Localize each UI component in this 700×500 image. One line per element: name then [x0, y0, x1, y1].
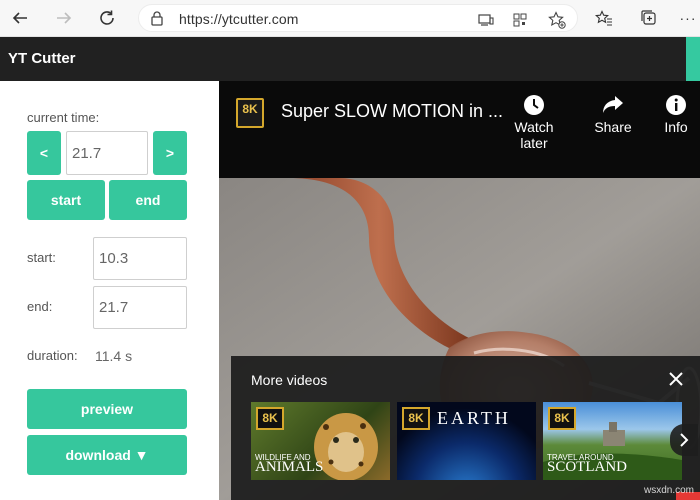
thumb-title: EARTH [437, 408, 511, 428]
duration-label: duration: [27, 348, 78, 363]
channel-logo[interactable]: 8K [236, 98, 264, 128]
app-header: YT Cutter [0, 37, 700, 81]
watermark: wsxdn.com [643, 485, 694, 496]
address-url: https://ytcutter.com [179, 11, 299, 27]
thumb-badge: 8K [402, 407, 430, 430]
collections-icon[interactable] [637, 6, 661, 30]
back-arrow-icon[interactable] [6, 5, 34, 31]
next-time-button[interactable]: > [153, 131, 187, 175]
reload-icon[interactable] [93, 5, 121, 31]
video-thumbnail-wildlife[interactable]: 8K WILDLIFE AND ANIMALS [251, 402, 390, 480]
thumb-title: ANIMALS [255, 459, 324, 475]
thumb-title: SCOTLAND [547, 459, 628, 475]
video-title[interactable]: Super SLOW MOTION in ... [281, 101, 503, 122]
clock-icon [499, 91, 569, 119]
header-accent-strip [686, 37, 700, 81]
app-title: YT Cutter [8, 50, 76, 67]
app-available-icon[interactable] [477, 12, 495, 28]
share-icon [578, 91, 648, 119]
address-bar[interactable]: https://ytcutter.com [138, 4, 578, 32]
current-time-label: current time: [27, 110, 100, 125]
chevron-right-icon [680, 433, 689, 447]
start-input[interactable] [93, 237, 187, 280]
share-button[interactable]: Share [578, 91, 648, 135]
qr-code-icon[interactable] [511, 12, 529, 28]
close-icon[interactable] [666, 369, 686, 389]
info-button[interactable]: Info [641, 91, 700, 135]
more-videos-title: More videos [251, 372, 328, 388]
next-videos-button[interactable] [670, 424, 698, 456]
more-menu-icon[interactable]: ··· [676, 6, 700, 30]
duration-value: 11.4 s [95, 348, 133, 364]
favorites-icon[interactable] [592, 6, 616, 30]
more-videos-panel: More videos 8K WILDLIFE AND ANIMALS 8K E… [231, 356, 700, 500]
thumb-badge: 8K [256, 407, 284, 430]
browser-toolbar: https://ytcutter.com ··· [0, 0, 700, 37]
info-icon [641, 91, 700, 119]
download-button[interactable]: download ▼ [27, 435, 187, 475]
start-label: start: [27, 250, 56, 265]
watch-later-button[interactable]: Watch later [499, 91, 569, 151]
thumb-badge: 8K [548, 407, 576, 430]
video-thumbnail-earth[interactable]: 8K EARTH [397, 402, 536, 480]
set-start-button[interactable]: start [27, 180, 105, 220]
end-label: end: [27, 299, 53, 314]
add-favorite-icon[interactable] [548, 11, 566, 29]
share-label: Share [594, 119, 632, 135]
watch-later-label: Watch later [514, 119, 554, 151]
prev-time-button[interactable]: < [27, 131, 61, 175]
video-top-bar: 8K Super SLOW MOTION in ... Watch later … [219, 81, 700, 178]
video-player[interactable]: 8K Super SLOW MOTION in ... Watch later … [219, 81, 700, 500]
preview-button[interactable]: preview [27, 389, 187, 429]
forward-arrow-icon[interactable] [50, 5, 78, 31]
set-end-button[interactable]: end [109, 180, 187, 220]
video-thumbnail-scotland[interactable]: 8K TRAVEL AROUND SCOTLAND [543, 402, 682, 480]
end-input[interactable] [93, 286, 187, 329]
lock-icon [151, 11, 163, 26]
current-time-input[interactable] [66, 131, 148, 175]
info-label: Info [664, 119, 688, 135]
